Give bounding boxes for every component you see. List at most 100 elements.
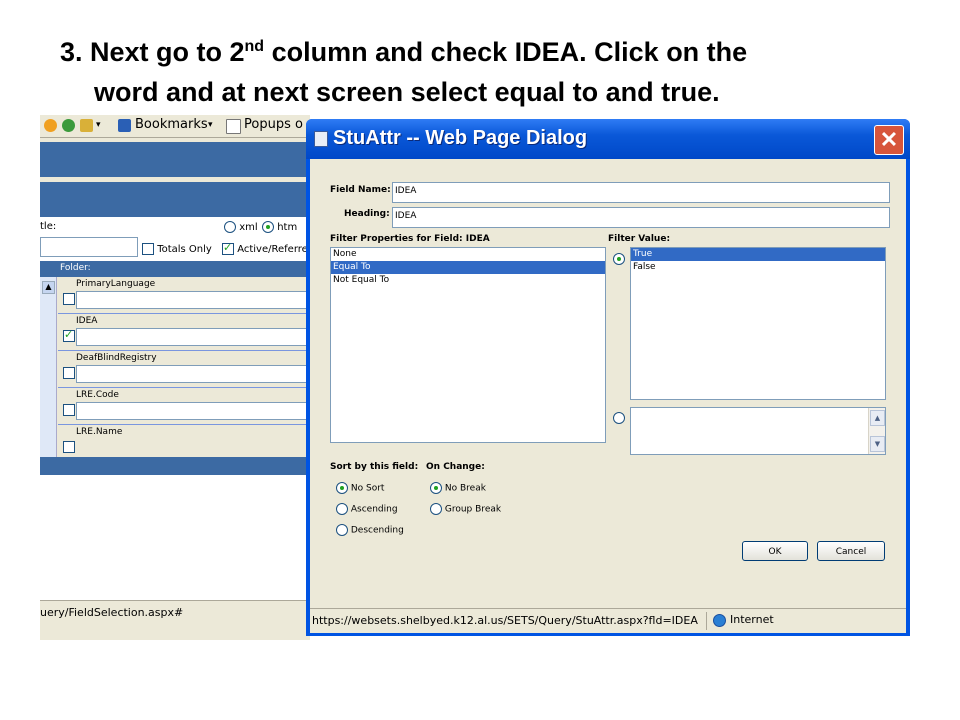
dialog-status-bar: https://websets.shelbyed.k12.al.us/SETS/…	[310, 608, 906, 633]
folder-bar: Folder:	[40, 261, 310, 277]
radio-icon	[224, 221, 236, 233]
scroll-up-icon[interactable]: ▲	[870, 410, 885, 426]
field-checkbox[interactable]	[63, 293, 75, 305]
field-list: PrimaryLanguage IDEA DeafBlindRegistry L…	[58, 277, 310, 457]
sort-descending-option[interactable]: Descending	[336, 524, 404, 536]
field-name: DeafBlindRegistry	[76, 353, 157, 363]
bookmarks-button[interactable]: Bookmarks	[135, 117, 208, 132]
heading-line-2: word and at next screen select equal to …	[94, 77, 720, 107]
popups-icon	[226, 119, 241, 134]
filter-value-text-radio[interactable]	[613, 412, 625, 424]
list-item: IDEA	[58, 314, 310, 351]
no-break-option[interactable]: No Break	[430, 482, 486, 494]
filter-value-label: Filter Value:	[608, 234, 671, 244]
group-break-option[interactable]: Group Break	[430, 503, 501, 515]
field-input[interactable]	[76, 291, 310, 309]
query-options: tle: xml htm Totals Only Active/Referre	[40, 217, 310, 267]
page-blank-area	[40, 475, 310, 600]
filter-value-list-radio[interactable]	[613, 253, 625, 265]
heading-prefix: 3. Next go to 2	[60, 37, 245, 67]
format-xml-option[interactable]: xml	[224, 221, 258, 233]
radio-icon	[430, 503, 442, 515]
popups-button[interactable]: Popups o	[244, 117, 303, 132]
dialog-body: Field Name: IDEA Heading: IDEA Filter Pr…	[310, 159, 906, 633]
filter-value-textarea[interactable]: ▲ ▼	[630, 407, 886, 455]
filter-value-true[interactable]: True	[631, 248, 885, 261]
radio-selected-icon	[336, 482, 348, 494]
zone-label: Internet	[730, 613, 774, 626]
list-item: LRE.Name	[58, 425, 310, 461]
filter-properties-label: Filter Properties for Field: IDEA	[330, 234, 490, 244]
filter-value-false[interactable]: False	[631, 261, 885, 274]
filter-option-equal-to[interactable]: Equal To	[331, 261, 605, 274]
radio-selected-icon	[430, 482, 442, 494]
checkbox-checked-icon	[222, 241, 234, 255]
browser-toolbar: ▾ Bookmarks ▾ Popups o	[40, 115, 310, 138]
list-item: PrimaryLanguage	[58, 277, 310, 314]
cancel-button[interactable]: Cancel	[817, 541, 885, 561]
list-item: DeafBlindRegistry	[58, 351, 310, 388]
field-input[interactable]	[76, 402, 310, 420]
close-button[interactable]: ✕	[874, 125, 904, 155]
page-icon	[314, 131, 328, 147]
list-item: LRE.Code	[58, 388, 310, 425]
radio-icon	[336, 503, 348, 515]
header-band	[40, 142, 310, 177]
field-input[interactable]	[76, 328, 310, 346]
totals-only-option[interactable]: Totals Only	[142, 243, 212, 255]
field-checkbox[interactable]	[63, 441, 75, 453]
field-name: PrimaryLanguage	[76, 279, 156, 289]
on-change-label: On Change:	[426, 462, 485, 472]
instruction-heading: 3. Next go to 2nd column and check IDEA.…	[60, 32, 940, 112]
heading-superscript: nd	[244, 38, 265, 55]
field-checkbox-checked[interactable]	[63, 328, 75, 342]
heading-input[interactable]: IDEA	[392, 207, 890, 228]
field-name-label: Field Name:	[330, 185, 391, 195]
radio-icon	[336, 524, 348, 536]
sort-ascending-option[interactable]: Ascending	[336, 503, 398, 515]
security-zone: Internet	[706, 612, 774, 630]
bookmark-icon	[118, 119, 131, 132]
footer-band	[40, 457, 310, 475]
format-htm-option[interactable]: htm	[262, 221, 297, 233]
field-input[interactable]	[76, 365, 310, 383]
folder-label: Folder:	[60, 263, 91, 273]
web-page-dialog: StuAttr -- Web Page Dialog ✕ Field Name:…	[306, 119, 910, 636]
heading-rest: column and check IDEA. Click on the	[264, 37, 748, 67]
folder-icon[interactable]	[80, 119, 93, 132]
title-input[interactable]	[40, 237, 138, 257]
field-name: LRE.Code	[76, 390, 119, 400]
dialog-titlebar[interactable]: StuAttr -- Web Page Dialog ✕	[306, 119, 910, 159]
radio-selected-icon	[262, 221, 274, 233]
filter-properties-list[interactable]: None Equal To Not Equal To	[330, 247, 606, 443]
checkbox-icon	[142, 243, 154, 255]
heading-label: Heading:	[344, 209, 390, 219]
sort-label: Sort by this field:	[330, 462, 419, 472]
back-icon[interactable]	[44, 119, 57, 132]
status-url: https://websets.shelbyed.k12.al.us/SETS/…	[312, 614, 698, 627]
forward-icon[interactable]	[62, 119, 75, 132]
filter-option-not-equal-to[interactable]: Not Equal To	[331, 274, 605, 287]
dropdown-arrow-icon[interactable]: ▾	[96, 120, 101, 130]
scroll-up-icon[interactable]: ▲	[42, 281, 55, 294]
field-list-scrollbar[interactable]: ▲	[40, 277, 57, 457]
dialog-title: StuAttr -- Web Page Dialog	[333, 127, 588, 149]
subheader-band	[40, 182, 310, 217]
filter-option-none[interactable]: None	[331, 248, 605, 261]
status-url: uery/FieldSelection.aspx#	[40, 606, 184, 619]
sort-no-sort-option[interactable]: No Sort	[336, 482, 384, 494]
field-checkbox[interactable]	[63, 367, 75, 379]
active-referred-option[interactable]: Active/Referre	[222, 241, 308, 255]
filter-value-list[interactable]: True False	[630, 247, 886, 400]
textarea-scrollbar[interactable]: ▲ ▼	[868, 408, 885, 454]
browser-status-bar: uery/FieldSelection.aspx#	[40, 600, 310, 625]
ok-button[interactable]: OK	[742, 541, 808, 561]
field-name: IDEA	[76, 316, 98, 326]
field-checkbox[interactable]	[63, 404, 75, 416]
background-browser-window: ▾ Bookmarks ▾ Popups o tle: xml htm Tota…	[40, 115, 310, 640]
title-label: tle:	[40, 221, 57, 232]
bookmarks-dropdown-icon[interactable]: ▾	[208, 120, 213, 130]
scroll-down-icon[interactable]: ▼	[870, 436, 885, 452]
globe-icon	[713, 614, 726, 627]
field-name-input[interactable]: IDEA	[392, 182, 890, 203]
